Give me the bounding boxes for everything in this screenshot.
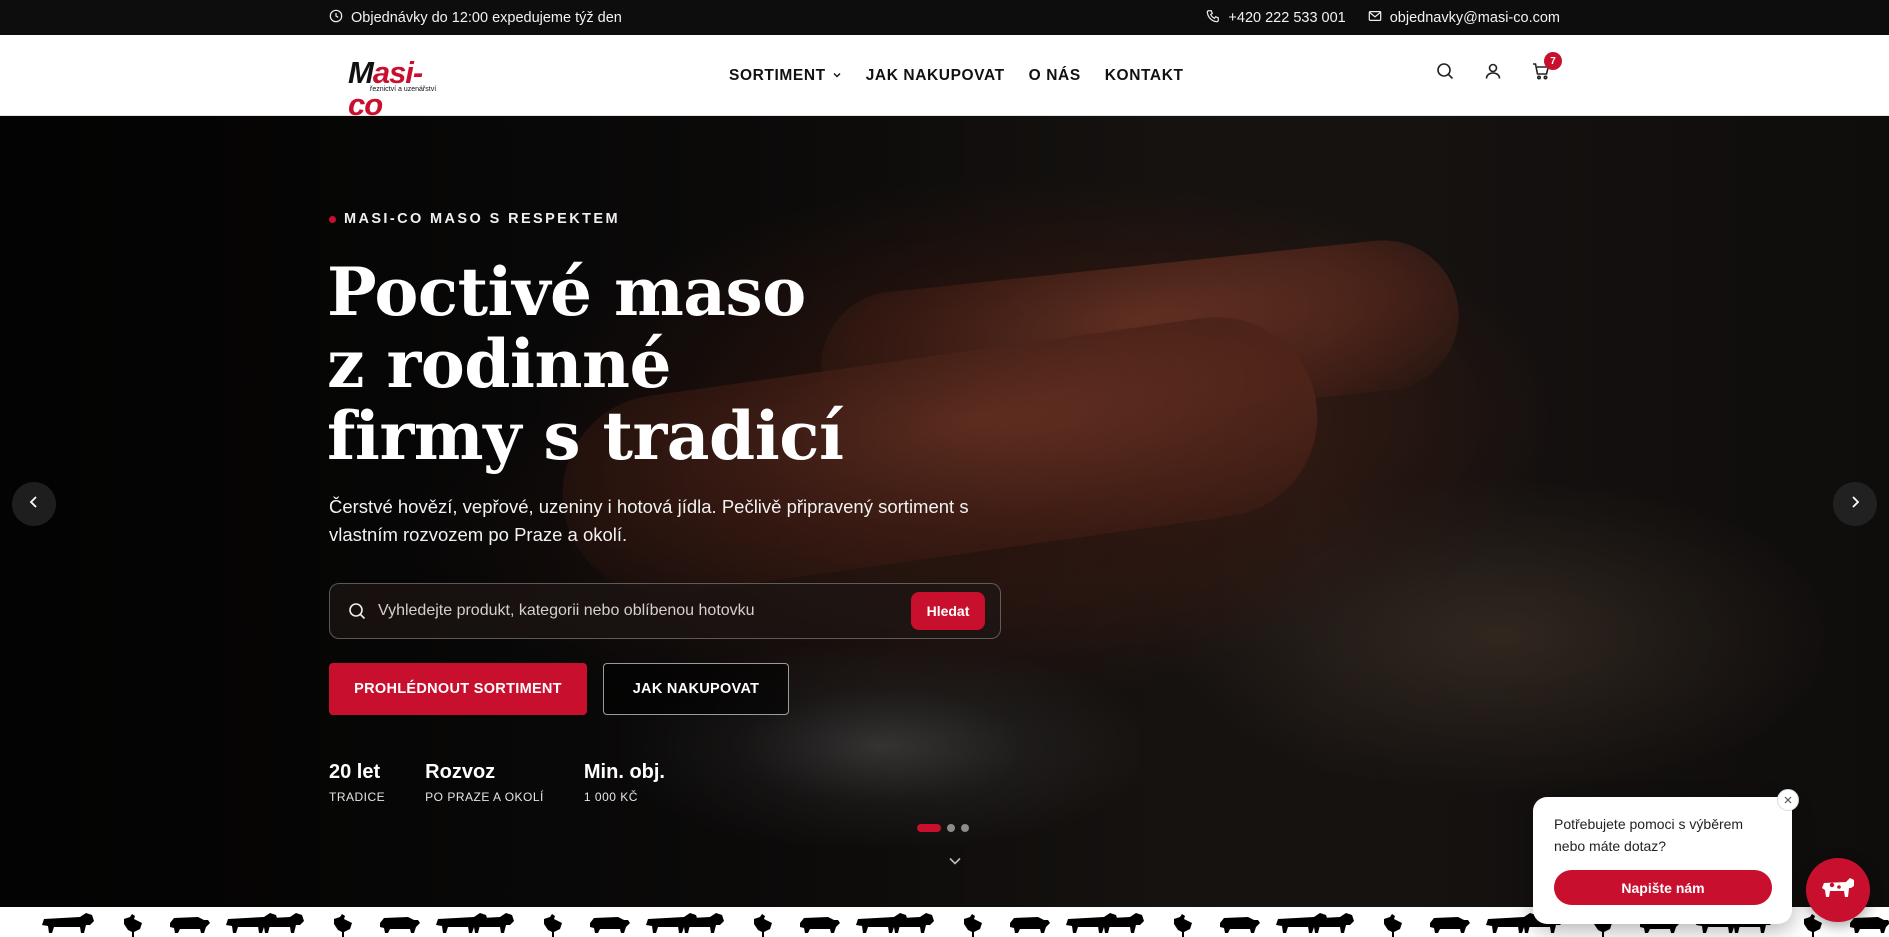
phone-link[interactable]: +420 222 533 001 (1206, 9, 1346, 27)
chevron-right-icon (1848, 495, 1862, 514)
hero-title-line: firmy s tradicí (327, 397, 844, 475)
stat-value: Rozvoz (425, 761, 496, 783)
chat-close-button[interactable] (1777, 789, 1799, 811)
nav-item-label: KONTAKT (1104, 66, 1184, 84)
slider-dot-3[interactable] (961, 824, 969, 832)
nav-item-jak-nakupovat[interactable]: JAK NAKUPOVAT (866, 67, 1005, 85)
header-actions: 7 (1436, 52, 1562, 80)
clock-icon (329, 9, 343, 27)
nav-item-label: JAK NAKUPOVAT (865, 66, 1005, 84)
hero-eyebrow: MASI-CO MASO S RESPEKTEM (329, 211, 620, 227)
hero-stats: 20 let TRADICE Rozvoz PO PRAZE A OKOLÍ M… (329, 760, 705, 804)
email-text[interactable]: objednavky@masi-co.com (1390, 10, 1560, 26)
hero-slider: MASI-CO MASO S RESPEKTEM Poctivé maso z … (0, 116, 1889, 907)
stat-item: Rozvoz PO PRAZE A OKOLÍ (425, 760, 544, 804)
red-dot-icon (329, 215, 336, 223)
stat-label: PO PRAZE A OKOLÍ (425, 790, 544, 804)
phone-icon (1206, 9, 1220, 27)
stat-label: TRADICE (329, 790, 386, 804)
nav-item-label: SORTIMENT (729, 66, 826, 84)
shipping-note: Objednávky do 12:00 expedujeme týž den (329, 9, 622, 27)
chat-message: Potřebujete pomoci s výběrem nebo máte d… (1554, 816, 1744, 854)
hero-title: Poctivé maso z rodinné firmy s tradicí (327, 256, 947, 472)
browse-assortment-button[interactable]: PROHLÉDNOUT SORTIMENT (329, 663, 587, 715)
hero-title-line: Poctivé maso (327, 253, 806, 331)
hero-search-button[interactable]: Hledat (911, 592, 985, 630)
topbar: Objednávky do 12:00 expedujeme týž den +… (0, 0, 1889, 35)
hero-eyebrow-text: MASI-CO MASO S RESPEKTEM (344, 211, 620, 227)
stat-value: Min. obj. (583, 761, 665, 783)
scroll-down-icon[interactable] (948, 854, 962, 868)
site-header: Masi-co řeznictví a uzenářství SORTIMENT… (0, 35, 1889, 121)
hero-search-input[interactable] (378, 596, 898, 626)
hero-search: Hledat (329, 583, 1001, 639)
nav-item-label: O NÁS (1028, 66, 1081, 84)
slider-dot-1[interactable] (917, 824, 941, 832)
mail-icon (1368, 9, 1382, 27)
nav-item-o-nas[interactable]: O NÁS (1029, 67, 1081, 85)
nav-item-kontakt[interactable]: KONTAKT (1105, 67, 1184, 85)
slider-prev-button[interactable] (12, 482, 56, 526)
hero-title-line: z rodinné (327, 325, 671, 403)
stat-item: 20 let TRADICE (329, 760, 385, 804)
logo-mark-dark: M (348, 55, 374, 90)
stat-label: 1 000 KČ (583, 790, 638, 804)
chat-launcher-button[interactable] (1806, 858, 1870, 922)
nav-item-sortiment[interactable]: SORTIMENT (729, 67, 842, 85)
chat-popup: Potřebujete pomoci s výběrem nebo máte d… (1533, 789, 1799, 924)
email-link[interactable]: objednavky@masi-co.com (1368, 9, 1560, 27)
slider-dot-2[interactable] (947, 824, 955, 832)
chat-write-us-button[interactable]: Napište nám (1554, 870, 1772, 905)
chevron-down-icon (832, 67, 842, 85)
cart-icon[interactable]: 7 (1532, 52, 1562, 80)
logo[interactable]: Masi-co řeznictví a uzenářství (348, 55, 452, 121)
hero-lead: Čerstvé hovězí, vepřové, uzeniny i hotov… (329, 496, 969, 545)
stat-item: Min. obj. 1 000 KČ (584, 760, 665, 804)
logo-tagline: řeznictví a uzenářství (370, 86, 437, 93)
close-icon (1784, 791, 1792, 809)
main-nav: SORTIMENT JAK NAKUPOVAT O NÁS KONTAKT (729, 35, 1208, 116)
search-icon (348, 602, 366, 620)
phone-text[interactable]: +420 222 533 001 (1228, 10, 1345, 26)
cow-icon (1820, 873, 1856, 908)
chevron-left-icon (27, 495, 41, 514)
how-to-shop-button[interactable]: JAK NAKUPOVAT (603, 663, 789, 715)
shipping-note-text: Objednávky do 12:00 expedujeme týž den (351, 9, 622, 26)
slider-next-button[interactable] (1833, 482, 1877, 526)
search-icon[interactable] (1436, 62, 1454, 80)
user-icon[interactable] (1484, 62, 1502, 80)
slider-dots (917, 824, 969, 832)
stat-value: 20 let (329, 761, 381, 783)
cart-count-badge: 7 (1544, 52, 1562, 70)
